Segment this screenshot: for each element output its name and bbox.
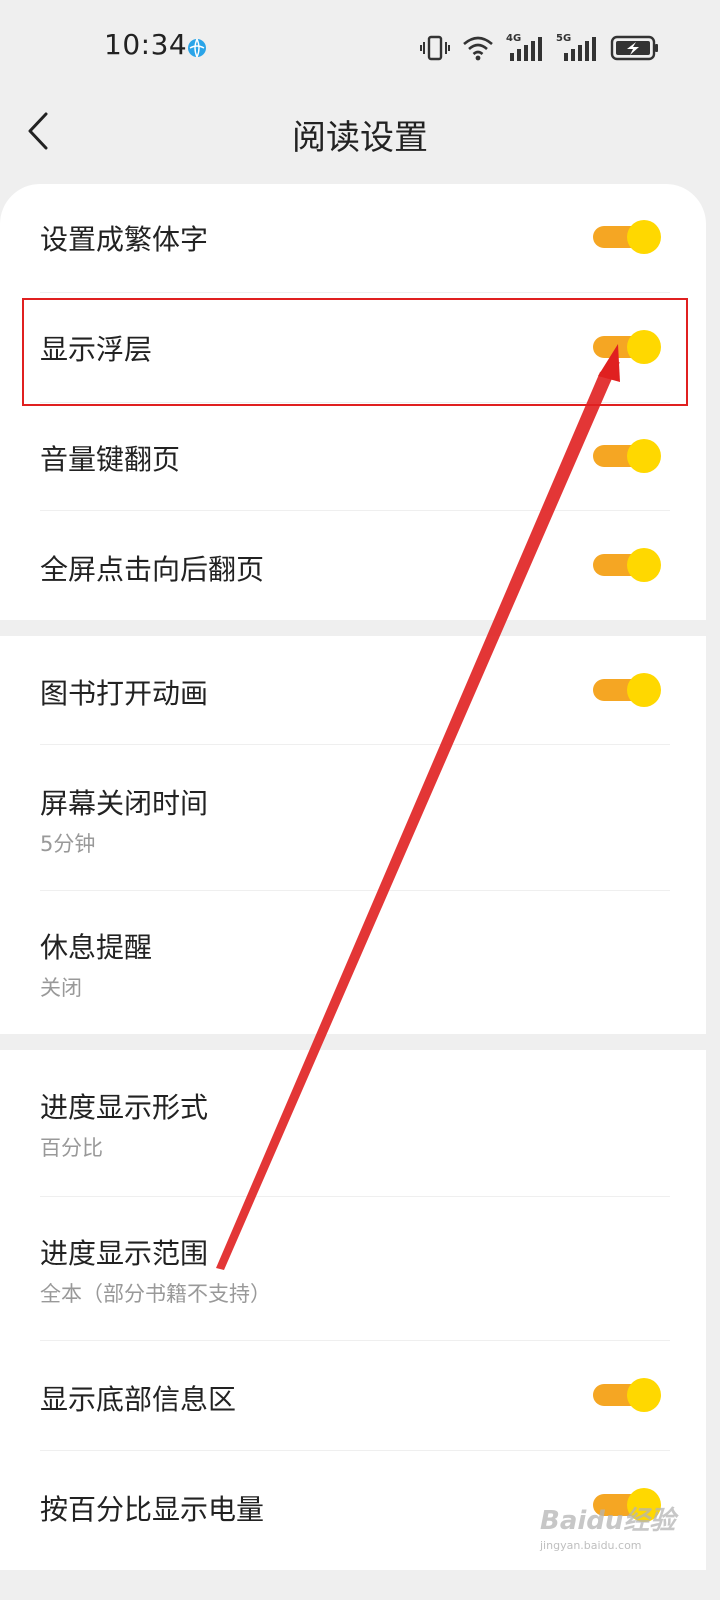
setting-row-progress-range[interactable]: 进度显示范围 全本（部分书籍不支持） <box>40 1196 670 1341</box>
browser-globe-icon <box>188 38 206 58</box>
setting-row-show-overlay[interactable]: 显示浮层 <box>40 292 670 403</box>
setting-row-fullscreen-tap-page[interactable]: 全屏点击向后翻页 <box>40 510 670 620</box>
setting-title: 显示浮层 <box>40 333 153 366</box>
setting-title: 全屏点击向后翻页 <box>40 553 265 586</box>
toggle-switch-on[interactable] <box>593 439 661 473</box>
settings-section-3: 进度显示形式 百分比 进度显示范围 全本（部分书籍不支持） 显示底部信息区 按百… <box>0 1050 706 1570</box>
toggle-switch-on[interactable] <box>593 1378 661 1412</box>
settings-section-2: 图书打开动画 屏幕关闭时间 5分钟 休息提醒 关闭 <box>0 636 706 1034</box>
vibrate-icon <box>420 35 450 61</box>
toggle-switch-on[interactable] <box>593 548 661 582</box>
setting-row-screen-off-time[interactable]: 屏幕关闭时间 5分钟 <box>40 744 670 891</box>
setting-title: 休息提醒 <box>40 931 153 964</box>
toggle-switch-on[interactable] <box>593 1488 661 1522</box>
setting-title: 音量键翻页 <box>40 443 181 476</box>
toggle-switch-on[interactable] <box>593 220 661 254</box>
signal-5g: 5G <box>556 33 598 63</box>
setting-row-rest-reminder[interactable]: 休息提醒 关闭 <box>40 890 670 1034</box>
setting-row-bottom-info-area[interactable]: 显示底部信息区 <box>40 1340 670 1451</box>
battery-charging-icon <box>610 35 658 61</box>
setting-title: 进度显示范围 <box>40 1237 209 1270</box>
toggle-switch-on[interactable] <box>593 330 661 364</box>
status-time: 10:34 <box>104 28 188 61</box>
setting-row-progress-format[interactable]: 进度显示形式 百分比 <box>40 1050 670 1197</box>
setting-value: 5分钟 <box>40 832 96 856</box>
toggle-switch-on[interactable] <box>593 673 661 707</box>
status-bar: 10:34 4G 5G <box>0 0 720 96</box>
setting-value: 全本（部分书籍不支持） <box>40 1282 271 1306</box>
wifi-icon <box>463 36 493 61</box>
setting-row-book-open-animation[interactable]: 图书打开动画 <box>40 636 670 745</box>
setting-value: 关闭 <box>40 976 82 1000</box>
setting-title: 设置成繁体字 <box>40 223 209 256</box>
settings-section-1: 设置成繁体字 显示浮层 音量键翻页 全屏点击向后翻页 <box>0 184 706 620</box>
setting-title: 屏幕关闭时间 <box>40 787 209 820</box>
setting-title: 按百分比显示电量 <box>40 1493 265 1526</box>
signal-4g: 4G <box>506 33 544 63</box>
signal-bars-icon <box>510 37 542 61</box>
setting-title: 进度显示形式 <box>40 1091 209 1124</box>
signal-bars-icon <box>564 37 596 61</box>
setting-row-volume-key-page[interactable]: 音量键翻页 <box>40 402 670 511</box>
setting-value: 百分比 <box>40 1136 103 1160</box>
setting-row-battery-percentage[interactable]: 按百分比显示电量 <box>40 1450 670 1570</box>
setting-row-traditional-chinese[interactable]: 设置成繁体字 <box>40 184 670 293</box>
setting-title: 显示底部信息区 <box>40 1383 237 1416</box>
status-icons: 4G 5G <box>420 32 660 64</box>
page-title: 阅读设置 <box>292 118 428 158</box>
setting-title: 图书打开动画 <box>40 677 209 710</box>
title-bar: 阅读设置 <box>0 96 720 184</box>
